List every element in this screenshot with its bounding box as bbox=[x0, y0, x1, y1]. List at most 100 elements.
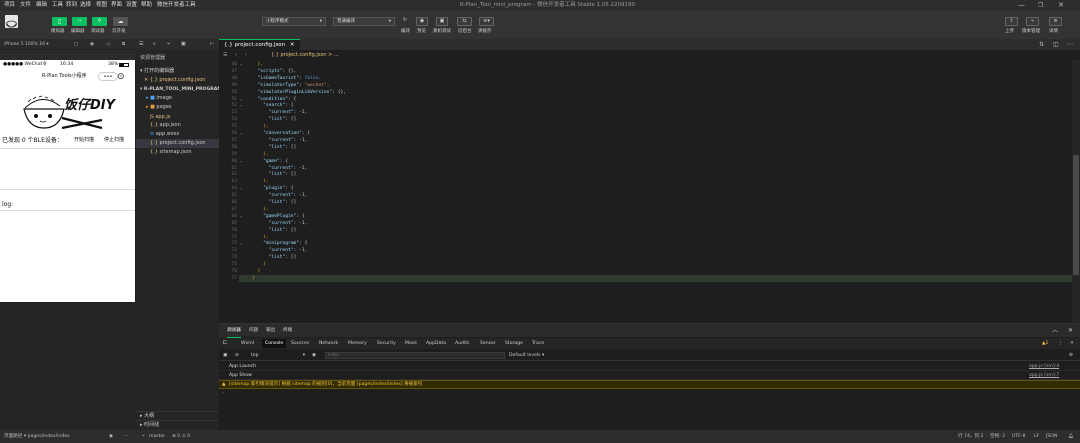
capsule-more-button[interactable]: ••• bbox=[98, 72, 118, 81]
details-button[interactable]: ≡ bbox=[1049, 17, 1062, 26]
project-root[interactable]: ▾ R-PLAN_TOOL_MINI_PROGRAM bbox=[136, 85, 222, 94]
log-source-link[interactable]: app.js [sm]:7 bbox=[1029, 371, 1059, 380]
file-item-selected[interactable]: {.} project.config.json bbox=[136, 139, 219, 148]
collapse-panel-icon[interactable]: ︿ bbox=[1052, 324, 1058, 337]
fold-chevron-icon[interactable]: ⌄ bbox=[240, 186, 243, 191]
record-icon[interactable]: ◉ bbox=[90, 39, 94, 50]
console-settings-icon[interactable]: ⚙ bbox=[1069, 350, 1073, 361]
menu-settings[interactable]: 设置 bbox=[126, 0, 137, 11]
tab-storage[interactable]: Storage bbox=[505, 338, 523, 349]
mode-select[interactable]: 小程序模式 ▾ bbox=[262, 17, 326, 26]
file-item[interactable]: {.} app.json bbox=[136, 121, 219, 130]
close-window-icon[interactable]: ✕ bbox=[1058, 0, 1064, 11]
console-prompt-icon[interactable]: › bbox=[222, 389, 224, 398]
back-icon[interactable]: ◁ bbox=[106, 39, 109, 50]
split-editor-icon[interactable]: ◫ bbox=[1053, 39, 1059, 50]
fold-chevron-icon[interactable]: ⌄ bbox=[240, 97, 243, 102]
nav-back-icon[interactable]: ‹ bbox=[235, 50, 237, 60]
devtools-more-icon[interactable]: ⋮ bbox=[1058, 338, 1063, 349]
compile-select[interactable]: 普通编译 ▾ bbox=[333, 17, 395, 26]
menu-file[interactable]: 文件 bbox=[20, 0, 31, 11]
editor-back-icon[interactable]: ☰ bbox=[223, 50, 227, 60]
line-ending[interactable]: LF bbox=[1034, 430, 1039, 443]
explorer-menu-icon[interactable]: ☰ bbox=[139, 39, 143, 50]
stop-scan-button[interactable]: 停止扫描 bbox=[104, 136, 124, 143]
file-item[interactable]: {.} sitemap.json bbox=[136, 148, 219, 157]
page-path[interactable]: 页面路径 ▾ pages/index/index bbox=[4, 430, 70, 443]
menu-devtools[interactable]: 微信开发者工具 bbox=[157, 0, 196, 11]
version-button[interactable]: ⑂ bbox=[1026, 17, 1039, 26]
file-item[interactable]: JS app.js bbox=[136, 112, 219, 121]
tab-wxml[interactable]: Wxml bbox=[241, 338, 254, 349]
devtools-close-icon[interactable]: ✕ bbox=[1070, 338, 1074, 349]
editor-toggle-button[interactable]: ‹› bbox=[72, 17, 87, 26]
fold-chevron-icon[interactable]: ⌄ bbox=[240, 103, 243, 108]
fold-chevron-icon[interactable]: ⌄ bbox=[240, 131, 243, 136]
menu-ui[interactable]: 界面 bbox=[111, 0, 122, 11]
real-device-debug-button[interactable]: ▣ bbox=[436, 17, 448, 26]
file-item[interactable]: ≡ app.wxss bbox=[136, 130, 219, 139]
compile-button[interactable]: ↻ bbox=[399, 17, 411, 26]
clear-cache-button[interactable]: ≋▾ bbox=[479, 17, 494, 26]
minimize-icon[interactable]: — bbox=[1018, 0, 1025, 11]
upload-button[interactable]: ⇧ bbox=[1005, 17, 1018, 26]
search-icon[interactable]: ⌕ bbox=[153, 39, 156, 50]
scrollbar-thumb[interactable] bbox=[1073, 155, 1079, 275]
simulator-toggle-button[interactable]: ▯ bbox=[52, 17, 67, 26]
debugger-toggle-button[interactable]: ⚲ bbox=[92, 17, 107, 26]
more-icon[interactable]: ⋯ bbox=[124, 430, 129, 443]
git-branch[interactable]: master bbox=[149, 430, 165, 443]
fold-chevron-icon[interactable]: ⌄ bbox=[240, 214, 243, 219]
tab-terminal[interactable]: 终端 bbox=[283, 324, 292, 337]
tab-sources[interactable]: Sources bbox=[291, 338, 309, 349]
notification-icon[interactable]: 🔔︎ bbox=[1068, 430, 1074, 443]
log-source-link[interactable]: app.js [sm]:4 bbox=[1029, 362, 1059, 371]
tab-mock[interactable]: Mock bbox=[405, 338, 417, 349]
maximize-icon[interactable]: ❐ bbox=[1038, 0, 1043, 11]
git-icon[interactable]: ⑂ bbox=[167, 39, 170, 50]
popout-icon[interactable]: ⧉ bbox=[122, 39, 125, 50]
menu-edit[interactable]: 编辑 bbox=[36, 0, 47, 11]
tab-console[interactable]: Console bbox=[262, 339, 287, 348]
menu-help[interactable]: 帮助 bbox=[141, 0, 152, 11]
device-select[interactable]: iPhone 5 100% 16 ▾ bbox=[4, 39, 49, 50]
menu-tools[interactable]: 工具 bbox=[52, 0, 63, 11]
tab-trace[interactable]: Trace bbox=[532, 338, 544, 349]
fold-chevron-icon[interactable]: ⌄ bbox=[240, 62, 243, 67]
fold-chevron-icon[interactable]: ⌄ bbox=[240, 241, 243, 246]
sidebar-toggle-icon[interactable]: ▣ bbox=[223, 350, 227, 361]
language-mode[interactable]: JSON bbox=[1046, 430, 1057, 443]
clear-console-icon[interactable]: ⊘ bbox=[235, 350, 239, 361]
code-area[interactable]: 46 ⌄ }, 47 "scripts": {}, 48 "isGameTourist… bbox=[219, 60, 1080, 323]
tab-project-config[interactable]: {.} project.config.json ✕ bbox=[219, 39, 300, 50]
start-scan-button[interactable]: 开始扫描 bbox=[74, 136, 94, 143]
context-select[interactable]: top ▾ bbox=[249, 352, 305, 359]
tab-appdata[interactable]: AppData bbox=[426, 338, 446, 349]
tab-problems[interactable]: 问题 bbox=[249, 324, 258, 337]
more-icon[interactable]: ⋯ bbox=[1067, 39, 1073, 50]
inspect-icon[interactable]: ⧠ bbox=[223, 338, 227, 349]
menu-select[interactable]: 选择 bbox=[80, 0, 91, 11]
encoding[interactable]: UTF-8 bbox=[1012, 430, 1025, 443]
background-button[interactable]: ⇆ bbox=[457, 17, 472, 26]
log-levels-select[interactable]: Default levels ▾ bbox=[509, 350, 544, 361]
debug-icon[interactable]: ▣ bbox=[181, 39, 186, 50]
file-item[interactable]: ▸ ■ pages bbox=[136, 103, 219, 112]
tab-security[interactable]: Security bbox=[377, 338, 396, 349]
outline-section[interactable]: ▸ 大纲 bbox=[136, 411, 219, 420]
menu-goto[interactable]: 转到 bbox=[66, 0, 77, 11]
tab-output[interactable]: 输出 bbox=[266, 324, 275, 337]
cursor-position[interactable]: 行 74，列 2 bbox=[958, 430, 983, 443]
tab-memory[interactable]: Memory bbox=[348, 338, 367, 349]
close-panel-icon[interactable]: ✕ bbox=[1068, 324, 1073, 337]
menu-project[interactable]: 项目 bbox=[4, 0, 15, 11]
tab-debugger[interactable]: 调试器 bbox=[227, 324, 241, 338]
close-tab-icon[interactable]: ✕ bbox=[290, 42, 295, 48]
screenshot-icon[interactable]: ▢ bbox=[74, 39, 78, 50]
preview-button[interactable]: ◉ bbox=[416, 17, 428, 26]
open-editors-section[interactable]: ▾ 打开的编辑器 bbox=[136, 67, 219, 76]
cloud-dev-button[interactable]: ☁ bbox=[113, 17, 128, 26]
console-filter-input[interactable] bbox=[325, 352, 505, 359]
capsule-close-icon[interactable]: ⊙ bbox=[117, 71, 125, 84]
problems-count[interactable]: ⊗ 0 ⚠ 0 bbox=[172, 430, 190, 443]
